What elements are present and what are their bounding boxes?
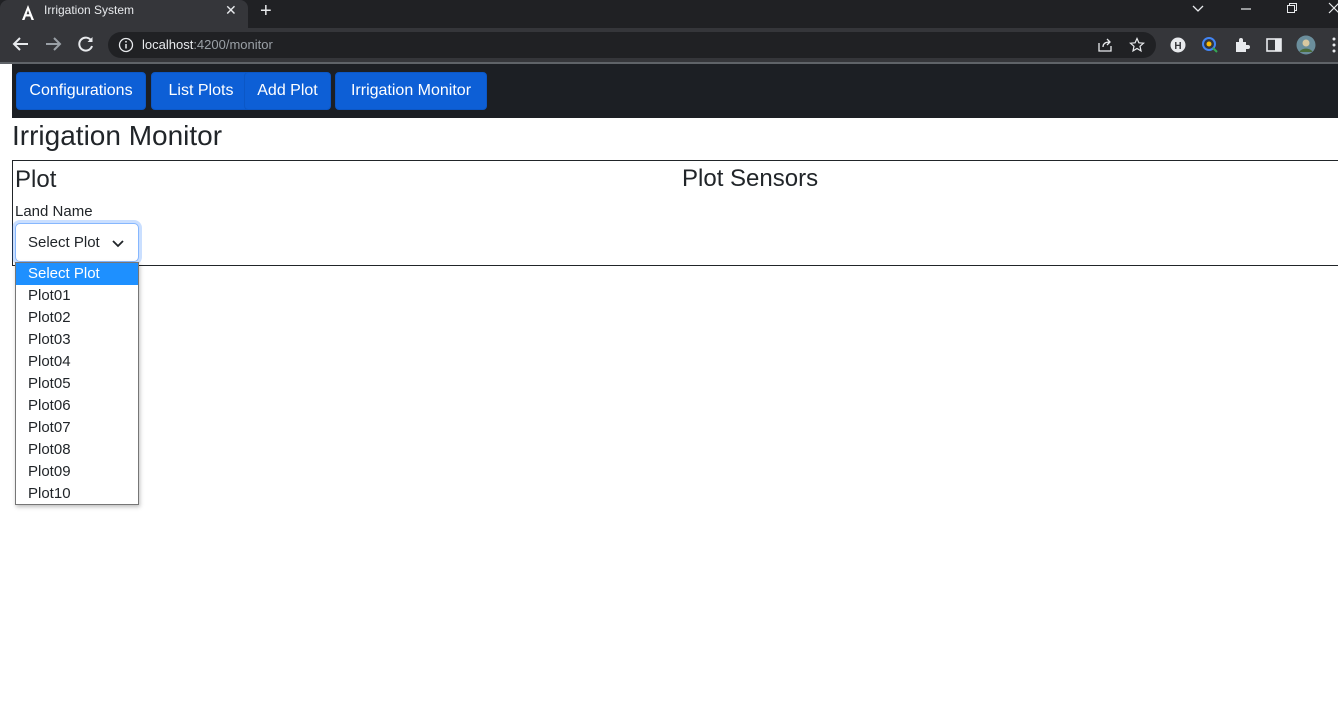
land-name-label: Land Name: [15, 203, 93, 220]
url-text[interactable]: localhost:4200/monitor: [142, 37, 273, 52]
browser-tab[interactable]: Irrigation System ✕: [0, 0, 248, 28]
dropdown-option[interactable]: Plot03: [16, 329, 138, 351]
restore-icon[interactable]: [1286, 2, 1298, 14]
dropdown-option[interactable]: Plot06: [16, 395, 138, 417]
chevron-down-icon: [112, 240, 124, 248]
extension-h-icon[interactable]: H: [1169, 36, 1187, 54]
site-info-icon[interactable]: [118, 37, 134, 53]
dropdown-option[interactable]: Plot07: [16, 417, 138, 439]
side-panel-icon[interactable]: [1265, 36, 1283, 54]
nav-irrigation-monitor-button[interactable]: Irrigation Monitor: [335, 72, 487, 110]
browser-tabstrip: Irrigation System ✕ +: [0, 0, 1338, 28]
dropdown-option[interactable]: Plot05: [16, 373, 138, 395]
profile-avatar-icon[interactable]: [1296, 35, 1316, 55]
dropdown-option[interactable]: Plot08: [16, 439, 138, 461]
dropdown-option[interactable]: Plot09: [16, 461, 138, 483]
minimize-icon[interactable]: [1240, 4, 1252, 14]
reload-icon[interactable]: [76, 34, 96, 54]
browser-toolbar: localhost:4200/monitor H: [0, 28, 1338, 62]
plot-dropdown-list[interactable]: Select Plot Plot01 Plot02 Plot03 Plot04 Plot0…: [15, 262, 139, 505]
bookmark-star-icon[interactable]: [1129, 37, 1145, 53]
plot-sensors-heading: Plot Sensors: [682, 165, 819, 192]
monitor-panel: Plot Plot Sensors Land Name Select Plot: [12, 160, 1338, 266]
close-window-icon[interactable]: [1328, 2, 1338, 14]
url-host: localhost: [142, 37, 194, 52]
extension-lens-icon[interactable]: [1201, 36, 1219, 54]
new-tab-icon[interactable]: +: [260, 0, 272, 22]
svg-text:H: H: [1174, 41, 1181, 52]
app-navbar: Configurations List Plots Add Plot Irrig…: [12, 64, 1338, 118]
dropdown-option[interactable]: Plot02: [16, 307, 138, 329]
dropdown-option[interactable]: Plot01: [16, 285, 138, 307]
back-icon[interactable]: [11, 34, 31, 54]
tab-title: Irrigation System: [44, 3, 135, 17]
plot-select-value: Select Plot: [28, 234, 100, 251]
nav-add-plot-button[interactable]: Add Plot: [244, 72, 331, 110]
plot-heading: Plot: [15, 166, 57, 193]
nav-configurations-button[interactable]: Configurations: [16, 72, 146, 110]
tab-close-icon[interactable]: ✕: [225, 2, 237, 19]
plot-select[interactable]: Select Plot: [15, 223, 139, 262]
dropdown-option[interactable]: Select Plot: [16, 263, 138, 285]
nav-list-plots-button[interactable]: List Plots: [151, 72, 251, 110]
dropdown-option[interactable]: Plot04: [16, 351, 138, 373]
angular-favicon-icon: [22, 5, 34, 20]
dropdown-option[interactable]: Plot10: [16, 483, 138, 505]
forward-icon[interactable]: [43, 34, 63, 54]
share-icon[interactable]: [1097, 37, 1113, 53]
extensions-puzzle-icon[interactable]: [1233, 36, 1251, 54]
page-title: Irrigation Monitor: [12, 120, 223, 151]
browser-menu-icon[interactable]: [1330, 36, 1338, 54]
url-path: :4200/monitor: [193, 37, 273, 52]
tab-search-chevron-icon[interactable]: [1192, 4, 1204, 14]
address-bar[interactable]: localhost:4200/monitor: [108, 32, 1156, 58]
